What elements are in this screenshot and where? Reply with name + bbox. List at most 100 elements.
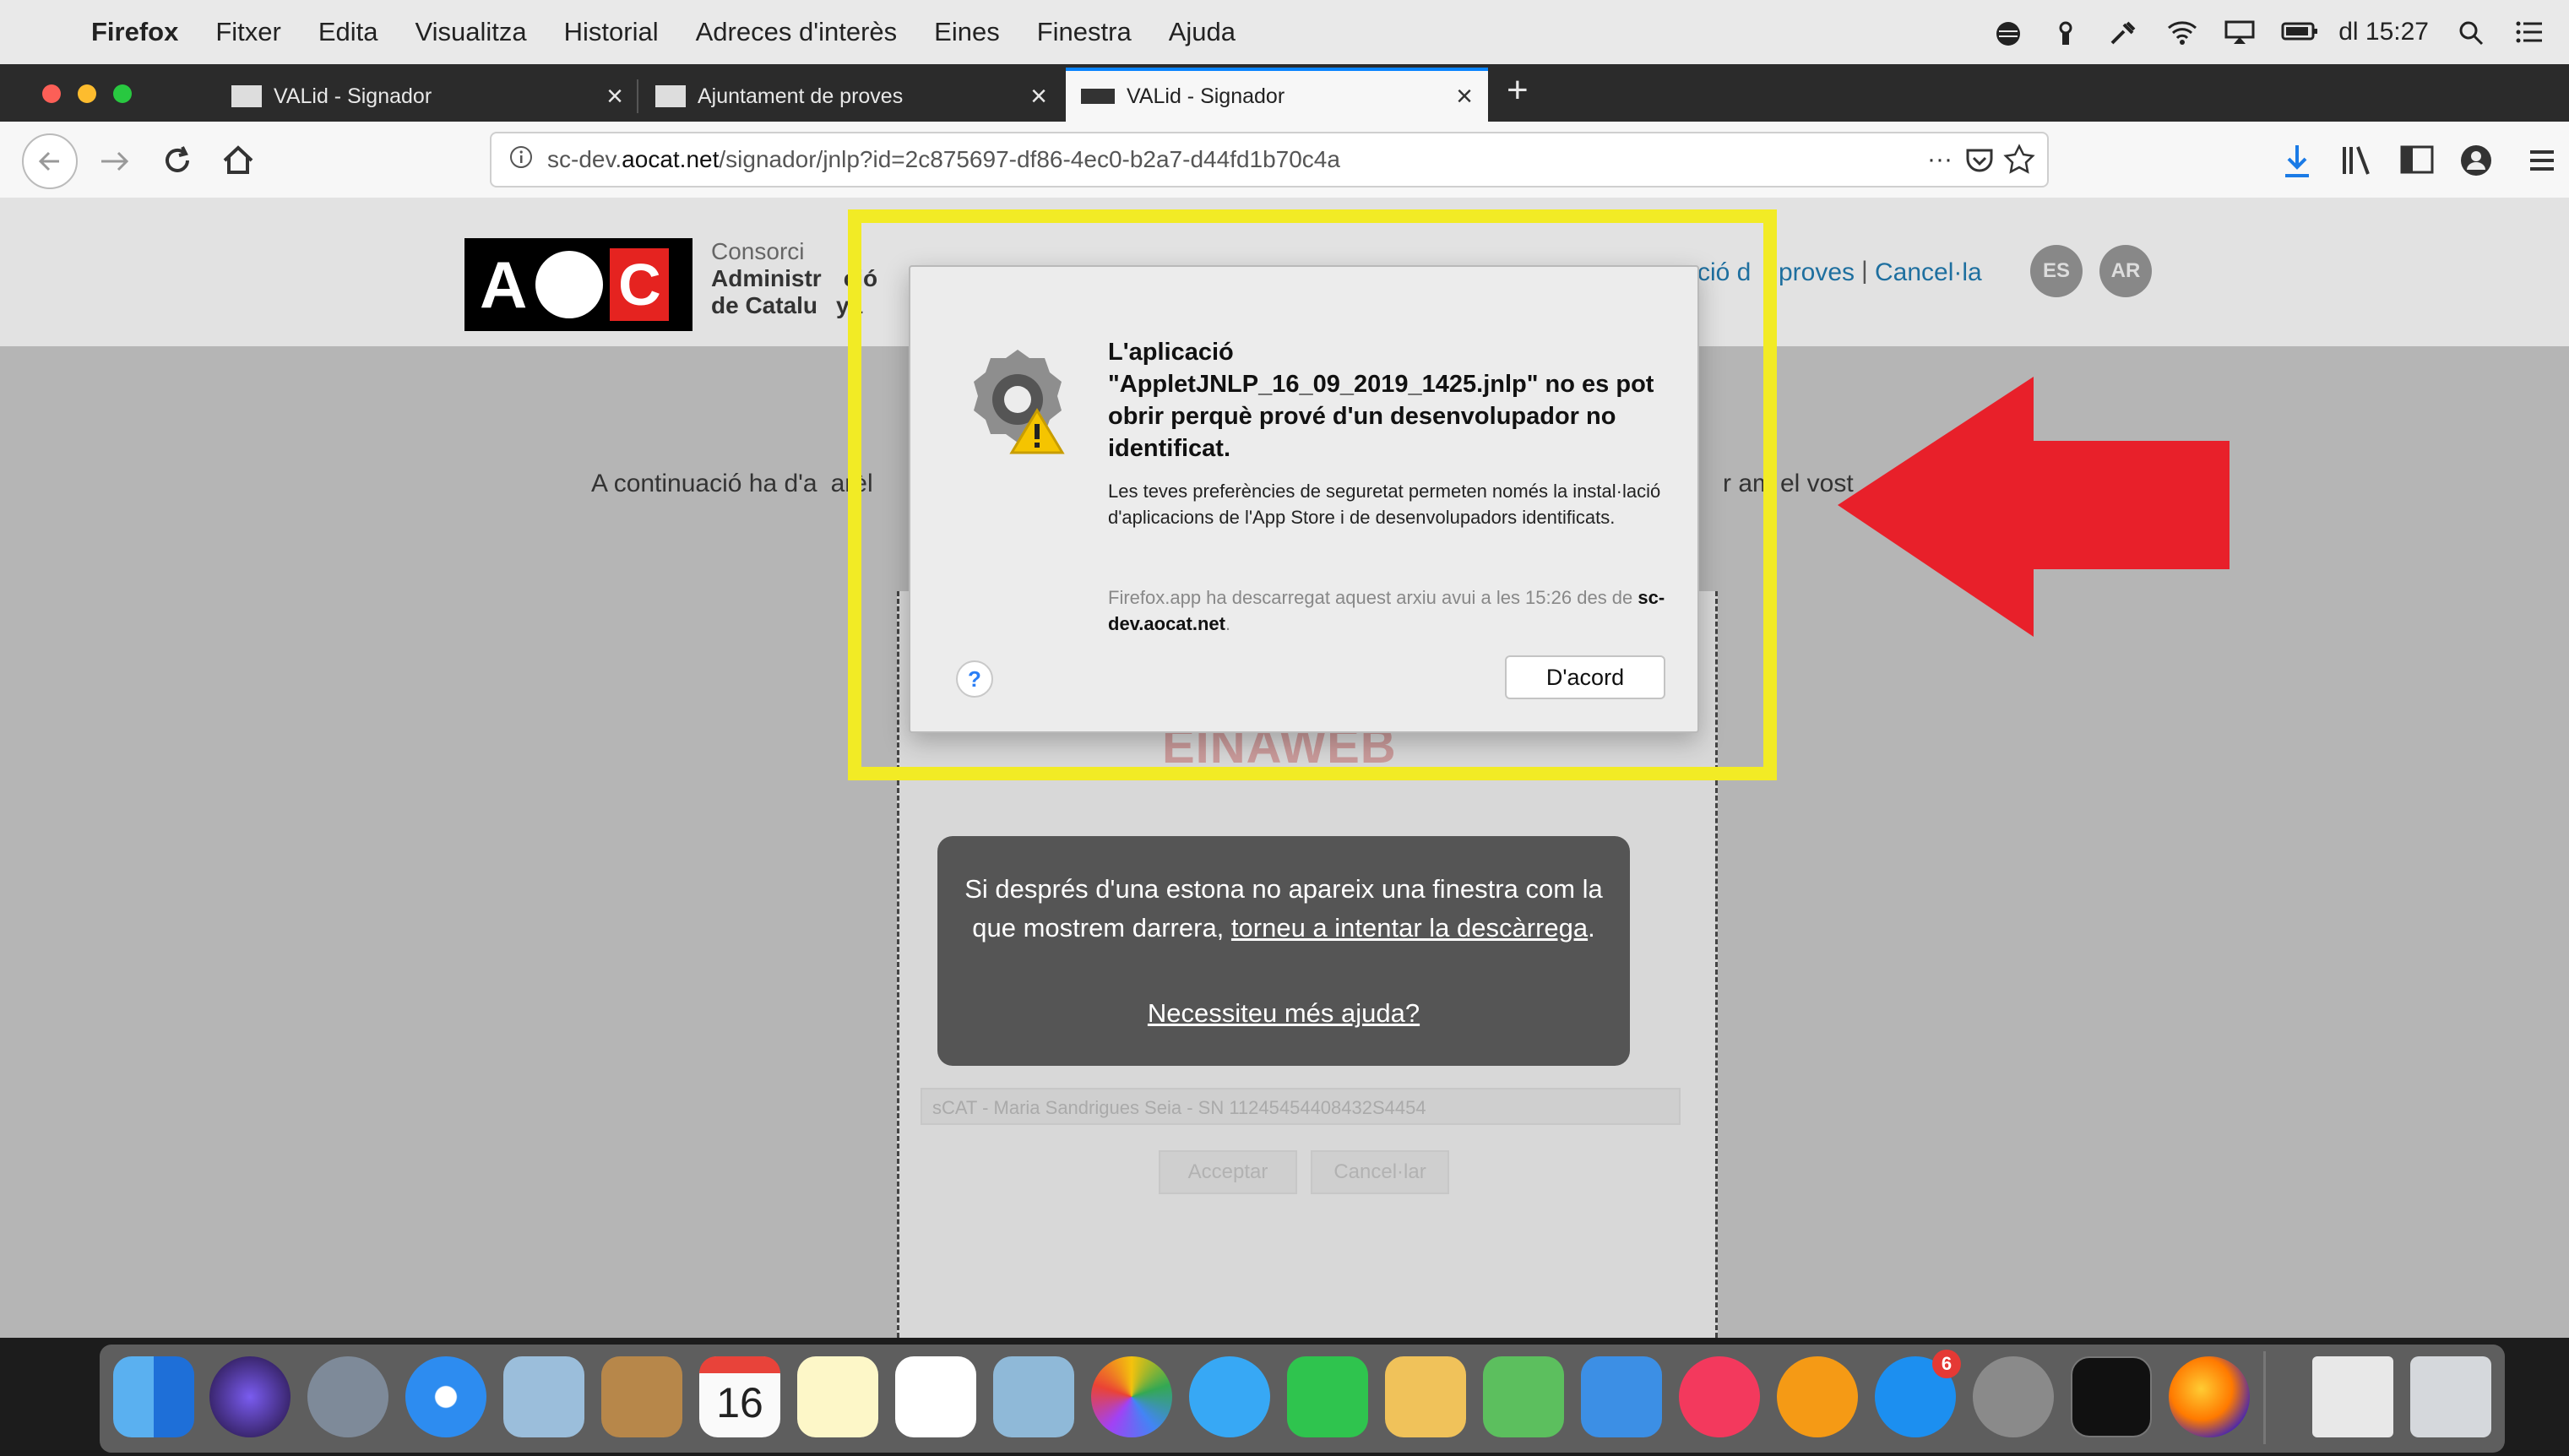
cancel-button[interactable]: Cancel·lar [1311,1150,1449,1194]
site-info-icon[interactable] [508,144,534,176]
bookmark-star-icon[interactable] [2003,144,2035,182]
menubar-clock[interactable]: dl 15:27 [2338,18,2429,46]
reminders-icon[interactable] [895,1356,976,1437]
tab-ajuntament-de-proves[interactable]: Ajuntament de proves × [640,71,1062,122]
messages-icon[interactable] [1189,1356,1270,1437]
menu-firefox[interactable]: Firefox [91,17,178,47]
tab-close-icon[interactable]: × [1456,80,1473,113]
menu-eines[interactable]: Eines [934,17,1000,47]
need-more-help-link[interactable]: Necessiteu més ajuda? [937,998,1630,1029]
notes-icon[interactable] [797,1356,878,1437]
help-message-period: . [1588,913,1595,943]
new-tab-button[interactable]: + [1507,69,1529,111]
tab-valid-signador-1[interactable]: VALid - Signador × [216,71,638,122]
header-link-proves[interactable]: proves [1779,258,1855,287]
battery-icon[interactable] [2281,19,2318,45]
reload-icon [166,146,189,172]
sidebar-toggle-icon[interactable] [2398,144,2436,182]
calendar-day: 16 [716,1379,763,1426]
minimize-window-button[interactable] [78,84,96,103]
red-arrow-annotation [1833,372,2238,642]
tab-valid-signador-active[interactable]: VALid - Signador × [1066,68,1488,122]
language-es-button[interactable]: ES [2030,245,2083,297]
logo-letter-o [535,251,604,318]
url-prefix: sc-dev. [547,146,622,172]
logo-letter-a: A [480,247,528,322]
downloads-stack-icon[interactable] [2312,1356,2393,1437]
notification-center-icon[interactable] [2515,19,2544,45]
url-path: /signador/jnlp?id=2c875697-df86-4ec0-b2a… [719,146,1340,172]
zoom-window-button[interactable] [113,84,132,103]
tools-status-icon[interactable] [2109,19,2137,45]
menu-ajuda[interactable]: Ajuda [1169,17,1236,47]
menu-historial[interactable]: Historial [564,17,659,47]
accept-button[interactable]: Acceptar [1159,1150,1297,1194]
download-help-box: Si després d'una estona no apareix una f… [937,836,1630,1066]
tab-separator [637,79,638,113]
finder-icon[interactable] [113,1356,194,1437]
launchpad-icon[interactable] [307,1356,388,1437]
trash-icon[interactable] [2410,1356,2491,1437]
globe-status-icon[interactable] [1994,19,2023,46]
close-window-button[interactable] [42,84,61,103]
retry-download-link[interactable]: torneu a intentar la descàrrega [1231,913,1588,943]
safari-icon[interactable] [405,1356,486,1437]
contacts-icon[interactable] [601,1356,682,1437]
aoc-logo: A C [464,238,692,331]
numbers-icon[interactable] [1483,1356,1564,1437]
terminal-icon[interactable] [2071,1356,2152,1437]
forward-button[interactable] [95,142,137,185]
menu-visualitza[interactable]: Visualitza [415,17,527,47]
page-actions-menu-icon[interactable]: ··· [1927,145,1953,174]
facetime-icon[interactable] [1287,1356,1368,1437]
account-avatar-icon[interactable] [2458,142,2495,183]
menu-finestra[interactable]: Finestra [1037,17,1132,47]
library-icon[interactable] [2339,144,2376,182]
spotlight-search-icon[interactable] [2458,19,2486,46]
itunes-icon[interactable] [1679,1356,1760,1437]
yellow-highlight-frame [848,209,1777,780]
preview-icon[interactable] [993,1356,1074,1437]
airplay-icon[interactable] [2224,19,2255,45]
pocket-icon[interactable] [1964,145,1995,182]
aoc-favicon-icon [1081,89,1115,104]
consorci-line-2: Administr [711,265,822,291]
back-button[interactable] [22,133,78,189]
hamburger-menu-icon[interactable] [2525,144,2559,182]
reload-button[interactable] [157,140,198,185]
menu-adreces[interactable]: Adreces d'interès [696,17,898,47]
cancel-link[interactable]: Cancel·la [1875,258,1982,287]
menu-fitxer[interactable]: Fitxer [215,17,281,47]
wifi-icon[interactable] [2166,19,2197,45]
certificate-select[interactable]: sCAT - Maria Sandrigues Seia - SN 112454… [921,1088,1681,1125]
header-separator: | [1861,257,1868,285]
menu-edita[interactable]: Edita [318,17,378,47]
consorci-line-3: de Catalu [711,292,818,318]
language-ar-button[interactable]: AR [2099,245,2152,297]
tab-close-icon[interactable]: × [1030,80,1047,113]
tab-close-icon[interactable]: × [606,80,623,113]
aoc-favicon-icon [231,85,262,107]
aoc-favicon-icon [655,85,686,107]
app-store-icon[interactable]: 6 [1875,1350,1961,1437]
downloads-icon[interactable] [2280,142,2314,183]
keynote-icon[interactable] [1581,1356,1662,1437]
siri-icon[interactable] [209,1356,291,1437]
hotspot-icon[interactable] [2051,19,2080,45]
url-bar[interactable]: sc-dev. aocat.net/signador/jnlp?id=2c8756… [490,132,2049,187]
download-help-message: Si després d'una estona no apareix una f… [954,870,1613,948]
home-button[interactable] [218,140,258,185]
tab-label: Ajuntament de proves [698,84,904,108]
dock-separator [2263,1351,2266,1444]
url-host: aocat.net [622,146,720,172]
firefox-icon[interactable] [2169,1356,2250,1437]
pages-icon[interactable] [1385,1356,1466,1437]
system-preferences-icon[interactable] [1973,1356,2054,1437]
tab-label: VALid - Signador [1127,84,1285,108]
back-arrow-icon [38,151,59,171]
calendar-icon[interactable]: 16 [699,1356,780,1437]
ibooks-icon[interactable] [1777,1356,1858,1437]
home-icon [223,145,253,174]
photos-icon[interactable] [1091,1356,1172,1437]
mail-icon[interactable] [503,1356,584,1437]
